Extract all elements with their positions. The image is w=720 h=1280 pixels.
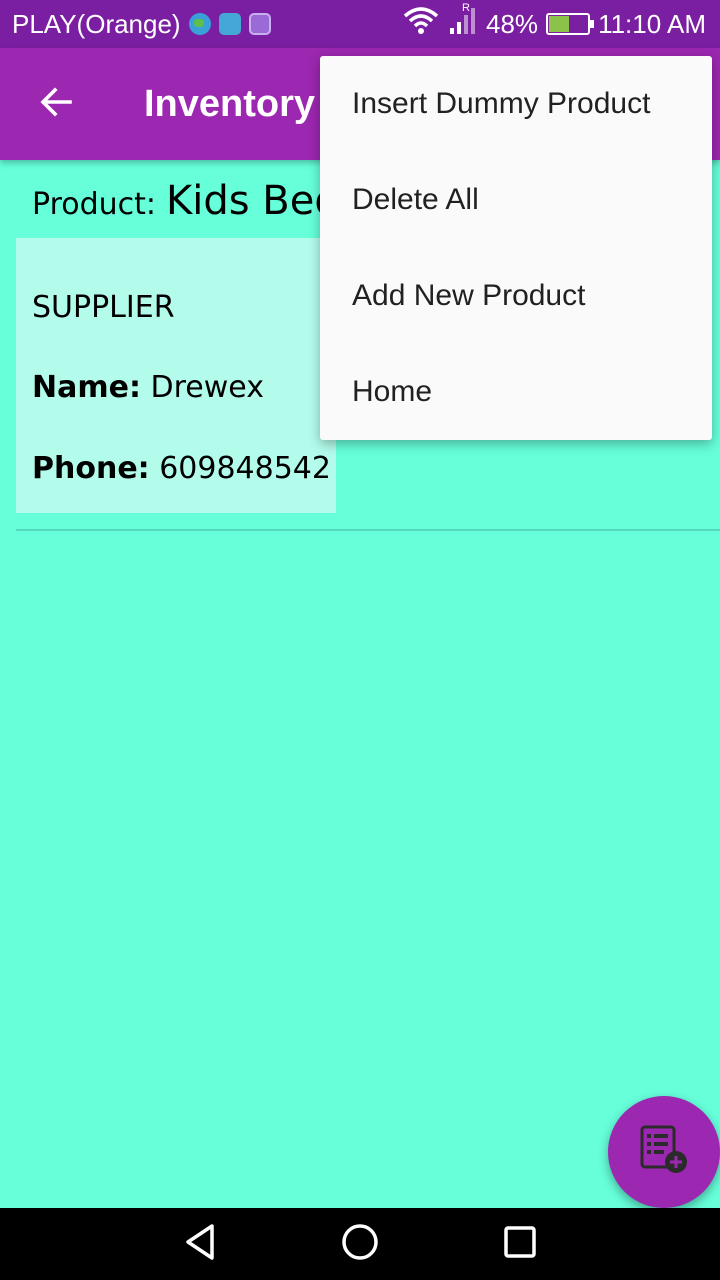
wifi-icon (402, 6, 440, 43)
supplier-phone-label: Phone: (32, 451, 150, 486)
overflow-menu: Insert Dummy Product Delete All Add New … (320, 56, 712, 440)
supplier-name-value: Drewex (150, 370, 264, 405)
battery-percent: 48% (486, 8, 539, 39)
supplier-phone-value: 609848542 (159, 451, 331, 486)
product-name: Kids Bed (166, 178, 340, 224)
navigation-bar (0, 1208, 720, 1280)
nav-recents-icon (500, 1222, 540, 1266)
list-divider (16, 529, 720, 531)
battery-icon (546, 13, 595, 35)
add-list-icon (638, 1124, 690, 1180)
supplier-name-row: Name: Drewex (32, 370, 264, 405)
menu-item-delete-all[interactable]: Delete All (320, 152, 712, 248)
globe-icon (188, 13, 211, 35)
signal-icon: R (448, 2, 478, 43)
status-bar: PLAY(Orange) R 48% 11:10 AM (0, 0, 720, 48)
nav-back-button[interactable] (178, 1222, 222, 1266)
supplier-card[interactable]: SUPPLIER Name: Drewex Phone: 609848542 (16, 238, 336, 513)
carrier-name: PLAY(Orange) (12, 8, 181, 39)
supplier-phone-row: Phone: 609848542 (32, 451, 331, 486)
menu-item-home[interactable]: Home (320, 344, 712, 440)
nav-back-icon (180, 1222, 220, 1266)
page-title: Inventory (144, 82, 316, 125)
roaming-indicator: R (462, 1, 470, 14)
arrow-back-icon (38, 84, 74, 124)
supplier-name-label: Name: (32, 370, 141, 405)
android-icon (218, 13, 241, 35)
menu-item-add-new-product[interactable]: Add New Product (320, 248, 712, 344)
gallery-icon (248, 13, 271, 35)
nav-home-icon (340, 1222, 380, 1266)
supplier-heading: SUPPLIER (32, 290, 175, 325)
product-line: Product: Kids Bed (32, 178, 340, 224)
nav-home-button[interactable] (338, 1222, 382, 1266)
product-label: Product: (32, 187, 157, 222)
add-product-fab[interactable] (608, 1096, 720, 1208)
status-left: PLAY(Orange) (0, 9, 271, 40)
menu-item-insert-dummy-product[interactable]: Insert Dummy Product (320, 56, 712, 152)
back-button[interactable] (0, 48, 112, 160)
clock: 11:10 AM (598, 8, 706, 39)
status-right: R 48% 11:10 AM (402, 2, 720, 43)
nav-recents-button[interactable] (498, 1222, 542, 1266)
